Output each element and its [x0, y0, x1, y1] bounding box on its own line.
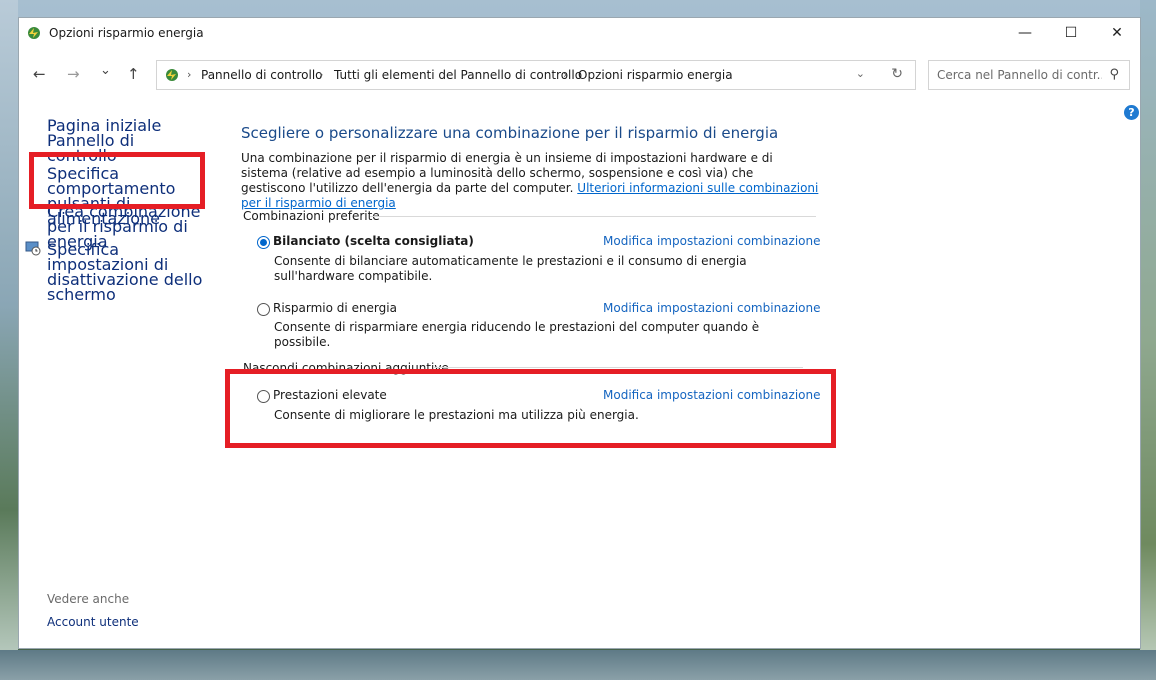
back-arrow-icon[interactable]: ←	[33, 65, 46, 83]
address-dropdown-icon[interactable]: ⌄	[856, 67, 865, 80]
breadcrumb-control-panel[interactable]: Pannello di controllo	[201, 68, 323, 82]
highlight-box-high-performance	[225, 369, 836, 448]
maximize-button[interactable]: ☐	[1048, 18, 1094, 49]
forward-arrow-icon[interactable]: →	[67, 65, 80, 83]
intro-paragraph: Una combinazione per il risparmio di ene…	[241, 151, 821, 211]
sidebar-item-display-off[interactable]: Specifica impostazioni di disattivazione…	[47, 242, 207, 303]
up-arrow-icon[interactable]: ↑	[127, 65, 140, 83]
search-box[interactable]: ⚲	[928, 60, 1130, 90]
display-timer-icon	[25, 241, 41, 256]
control-panel-icon	[166, 69, 178, 81]
see-also-label: Vedere anche	[47, 592, 130, 606]
help-icon[interactable]: ?	[1124, 105, 1139, 120]
recent-locations-chevron-icon[interactable]: ⌄	[100, 63, 111, 78]
breadcrumb-all-items[interactable]: Tutti gli elementi del Pannello di contr…	[334, 68, 582, 82]
plan-balanced-name[interactable]: Bilanciato (scelta consigliata)	[273, 234, 474, 248]
power-options-icon	[28, 27, 40, 39]
minimize-button[interactable]: —	[1002, 18, 1048, 49]
plan-balanced-settings-link[interactable]: Modifica impostazioni combinazione	[603, 234, 821, 248]
plan-power-saver-description: Consente di risparmiare energia riducend…	[274, 320, 760, 349]
address-bar[interactable]: › Pannello di controllo › Tutti gli elem…	[156, 60, 916, 90]
breadcrumb-separator-icon: ›	[319, 68, 324, 81]
breadcrumb-power-options[interactable]: Opzioni risparmio energia	[578, 68, 733, 82]
refresh-icon[interactable]: ↻	[891, 66, 903, 82]
plan-power-saver-settings-link[interactable]: Modifica impostazioni combinazione	[603, 301, 821, 315]
close-button[interactable]: ✕	[1094, 18, 1140, 49]
highlight-box-sidebar	[29, 152, 205, 209]
user-accounts-link[interactable]: Account utente	[47, 615, 139, 629]
plan-balanced-radio[interactable]	[257, 236, 270, 249]
plan-balanced-description: Consente di bilanciare automaticamente l…	[274, 254, 747, 283]
page-title: Scegliere o personalizzare una combinazi…	[241, 124, 779, 142]
desktop-background-left	[0, 0, 18, 680]
navigation-bar: ← → ⌄ ↑ › Pannello di controllo › Tutti …	[19, 49, 1140, 101]
preferred-plans-label: Combinazioni preferite	[243, 209, 380, 223]
breadcrumb-separator-icon: ›	[563, 68, 568, 81]
group-divider	[370, 216, 816, 217]
plan-power-saver-radio[interactable]	[257, 303, 270, 316]
title-bar: Opzioni risparmio energia — ☐ ✕	[19, 18, 1140, 49]
search-icon[interactable]: ⚲	[1109, 67, 1119, 82]
plan-power-saver-name[interactable]: Risparmio di energia	[273, 301, 397, 315]
desktop-background-bottom	[0, 650, 1156, 680]
breadcrumb-separator-icon: ›	[187, 68, 192, 81]
desktop-background-right	[1140, 0, 1156, 680]
group-divider	[433, 367, 803, 368]
search-input[interactable]	[937, 68, 1102, 82]
window-title: Opzioni risparmio energia	[49, 26, 204, 40]
